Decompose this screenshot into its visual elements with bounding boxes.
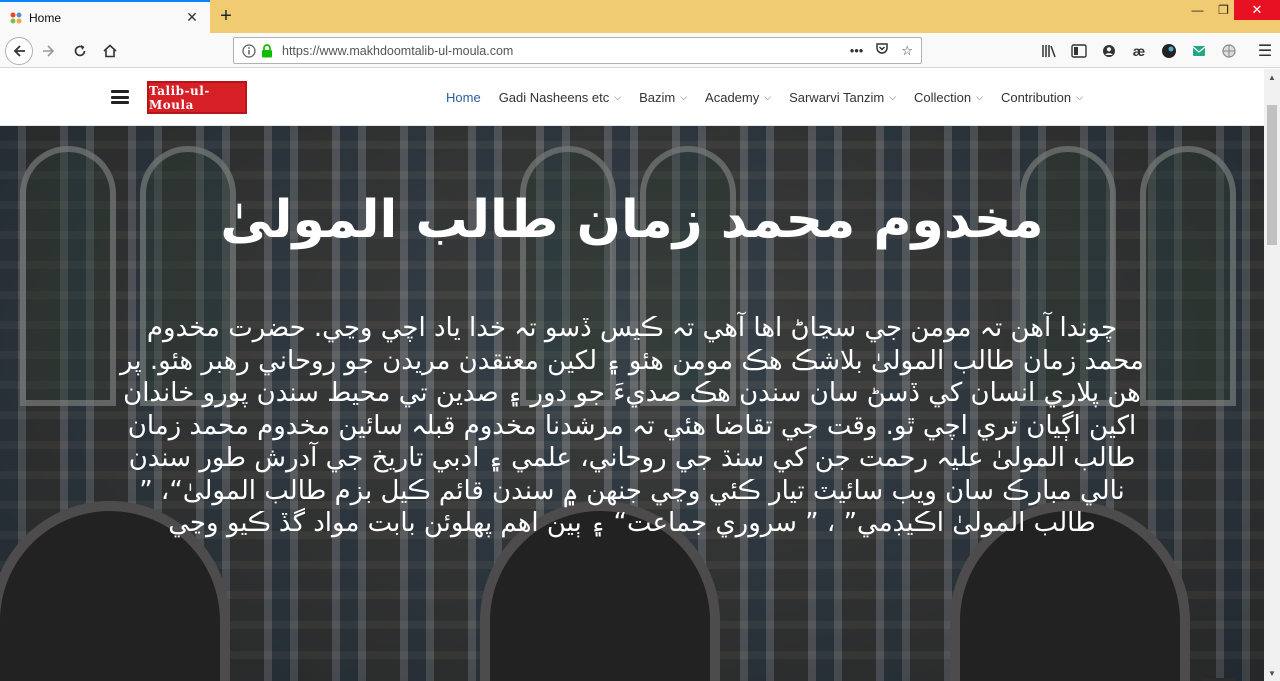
close-tab-icon[interactable]: ✕ bbox=[180, 6, 204, 30]
scroll-down-arrow-icon[interactable]: ▼ bbox=[1264, 665, 1280, 681]
hero-headline: مخدوم محمد زمان طالب المولىٰ bbox=[220, 190, 1044, 250]
chevron-down-icon: ⌵ bbox=[614, 92, 622, 102]
extension-dark-circle-icon[interactable] bbox=[1154, 37, 1184, 65]
extension-mail-icon[interactable] bbox=[1184, 37, 1214, 65]
site-header: Talib-ul-Moula Home Gadi Nasheens etc ⌵ B… bbox=[0, 69, 1264, 126]
pocket-icon[interactable] bbox=[875, 42, 889, 59]
extension-globe-icon[interactable] bbox=[1214, 37, 1244, 65]
hero-paragraph: چوندا آهن تہ مومن جي سڃاڻ اها آهي تہ ڪيس… bbox=[120, 313, 1144, 538]
scrollbar-thumb[interactable] bbox=[1267, 105, 1277, 245]
hero-banner: مخدوم محمد زمان طالب المولىٰ چوندا آهن ت… bbox=[0, 126, 1264, 681]
arrow-right-icon bbox=[43, 45, 55, 57]
bookmark-star-icon[interactable]: ☆ bbox=[901, 43, 913, 59]
browser-tabstrip: Home ✕ + — ❐ ✕ bbox=[0, 0, 1280, 33]
extension-ae-icon[interactable]: æ bbox=[1124, 37, 1154, 65]
main-menu: Home Gadi Nasheens etc ⌵ Bazim ⌵ Academy ⌵ … bbox=[437, 69, 1092, 126]
tab-title: Home bbox=[29, 10, 62, 25]
menu-item-academy[interactable]: Academy ⌵ bbox=[696, 90, 780, 105]
menu-item-bazim[interactable]: Bazim ⌵ bbox=[630, 90, 696, 105]
page-scrollbar[interactable]: ▲ ▼ bbox=[1264, 69, 1280, 681]
page-actions-icon[interactable]: ••• bbox=[850, 43, 864, 58]
info-icon[interactable] bbox=[242, 43, 256, 58]
site-logo[interactable]: Talib-ul-Moula bbox=[147, 81, 247, 114]
menu-item-collection[interactable]: Collection ⌵ bbox=[905, 90, 992, 105]
menu-item-home[interactable]: Home bbox=[437, 90, 490, 105]
url-text[interactable]: https://www.makhdoomtalib-ul-moula.com bbox=[282, 44, 850, 58]
sidebar-icon[interactable] bbox=[1064, 37, 1094, 65]
home-icon bbox=[103, 44, 117, 58]
url-bar[interactable]: https://www.makhdoomtalib-ul-moula.com •… bbox=[233, 37, 922, 64]
reload-button[interactable] bbox=[66, 37, 94, 65]
scroll-up-arrow-icon[interactable]: ▲ bbox=[1264, 69, 1280, 85]
close-window-button[interactable]: ✕ bbox=[1234, 0, 1280, 20]
lock-icon[interactable] bbox=[260, 43, 274, 58]
back-button[interactable] bbox=[5, 37, 33, 65]
browser-toolbar: https://www.makhdoomtalib-ul-moula.com •… bbox=[0, 33, 1280, 68]
joomla-favicon-icon bbox=[9, 11, 23, 25]
chevron-down-icon: ⌵ bbox=[1076, 92, 1083, 102]
chevron-down-icon: ⌵ bbox=[976, 92, 983, 102]
chevron-down-icon: ⌵ bbox=[764, 92, 772, 102]
forward-button[interactable] bbox=[35, 37, 63, 65]
logo-text: Talib-ul-Moula bbox=[149, 83, 210, 112]
web-page: Talib-ul-Moula Home Gadi Nasheens etc ⌵ B… bbox=[0, 69, 1264, 681]
chevron-down-icon: ⌵ bbox=[889, 92, 897, 102]
new-tab-button[interactable]: + bbox=[214, 4, 238, 28]
menu-hamburger-icon[interactable]: ☰ bbox=[1250, 37, 1280, 65]
menu-item-sarwarvi-tanzim[interactable]: Sarwarvi Tanzim ⌵ bbox=[780, 90, 905, 105]
home-button[interactable] bbox=[96, 37, 124, 65]
chevron-down-icon: ⌵ bbox=[680, 92, 688, 102]
menu-item-gadi-nasheens[interactable]: Gadi Nasheens etc ⌵ bbox=[490, 90, 630, 105]
menu-item-contribution[interactable]: Contribution ⌵ bbox=[992, 90, 1092, 105]
library-icon[interactable] bbox=[1034, 37, 1064, 65]
browser-tab[interactable]: Home ✕ bbox=[0, 0, 210, 33]
offcanvas-menu-icon[interactable] bbox=[110, 88, 130, 106]
arrow-left-icon bbox=[13, 45, 25, 57]
account-icon[interactable] bbox=[1094, 37, 1124, 65]
reload-icon bbox=[74, 45, 86, 57]
